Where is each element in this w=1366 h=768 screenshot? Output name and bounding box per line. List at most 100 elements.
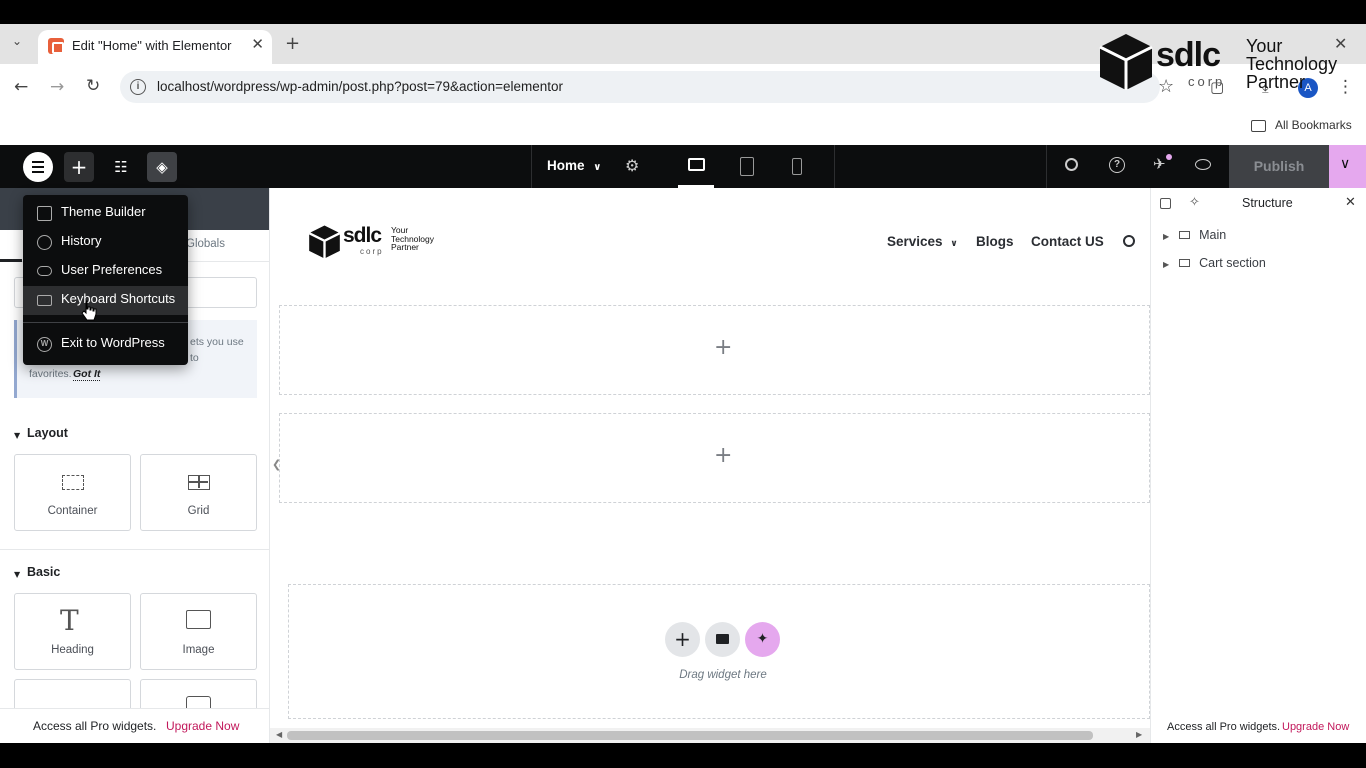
reload-icon[interactable]: ↻ — [86, 76, 100, 96]
upgrade-now-link[interactable]: Upgrade Now — [1282, 721, 1349, 733]
nav-contact[interactable]: Contact US — [1031, 234, 1104, 249]
cube-logo-icon — [1099, 34, 1153, 90]
structure-title: Structure — [1242, 196, 1293, 210]
site-logo[interactable]: sdlc corp Your Technology Partner — [308, 222, 448, 262]
logo-sub: corp — [360, 247, 384, 256]
ai-sparkle-icon[interactable]: ✧ — [1189, 195, 1200, 210]
notifications-rocket-icon[interactable]: ✈ — [1153, 155, 1166, 173]
close-icon[interactable]: ✕ — [1345, 195, 1356, 210]
section-basic-title[interactable]: Basic — [27, 565, 60, 579]
forward-icon[interactable]: → — [50, 77, 64, 97]
got-it-link[interactable]: Got It — [73, 368, 101, 381]
menu-keyboard-shortcuts[interactable]: Keyboard Shortcuts — [23, 286, 188, 315]
structure-item-main[interactable]: ▶ Main — [1163, 228, 1226, 242]
search-icon[interactable] — [1123, 235, 1135, 247]
page-settings-icon[interactable]: ⚙ — [625, 156, 639, 175]
tab-widgets-indicator — [0, 259, 22, 262]
editor-canvas: ❮ sdlc corp Your Technology Partner Serv… — [270, 188, 1150, 743]
chevron-down-icon: ∨ — [1340, 156, 1351, 172]
site-settings-icon[interactable]: ☷ — [106, 152, 136, 182]
tab-close-icon[interactable]: ✕ — [251, 35, 264, 53]
structure-item-cart[interactable]: ▶ Cart section — [1163, 256, 1266, 270]
caret-down-icon: ▼ — [14, 431, 21, 440]
add-widget-icon[interactable]: + — [714, 335, 732, 360]
caret-right-icon: ▶ — [1163, 260, 1170, 269]
tablet-view-icon[interactable] — [740, 157, 754, 176]
widget-label: Image — [182, 644, 215, 656]
tab-globals[interactable]: Globals — [186, 238, 225, 250]
notice-text-1: ets you use — [190, 336, 244, 348]
pro-upsell-text: Access all Pro widgets. — [33, 719, 157, 733]
upgrade-now-link[interactable]: Upgrade Now — [166, 719, 239, 733]
scroll-right-icon[interactable]: ▶ — [1136, 730, 1142, 739]
menu-theme-builder[interactable]: Theme Builder — [23, 199, 188, 228]
collapse-all-icon[interactable] — [1160, 198, 1171, 209]
structure-layers-icon[interactable]: ◈ — [147, 152, 177, 182]
page-controls: Home ∨ ⚙ — [531, 145, 835, 188]
horizontal-scrollbar[interactable]: ◀ ▶ — [270, 728, 1150, 743]
menu-exit-to-wordpress[interactable]: W Exit to WordPress — [23, 330, 188, 359]
desktop-view-icon[interactable] — [688, 158, 705, 171]
image-icon — [186, 610, 211, 629]
notice-text-3: favorites. — [29, 368, 72, 380]
widget-grid[interactable]: Grid — [140, 454, 257, 531]
section-layout-title[interactable]: Layout — [27, 426, 68, 440]
address-bar[interactable]: i localhost/wordpress/wp-admin/post.php?… — [120, 71, 1160, 103]
site-info-icon[interactable]: i — [130, 79, 146, 95]
publish-button[interactable]: Publish — [1229, 145, 1329, 188]
scrollbar-thumb[interactable] — [287, 731, 1093, 740]
section-divider — [0, 549, 269, 550]
watermark-sub: corp — [1188, 74, 1226, 89]
ai-generate-button[interactable]: ✦ — [745, 622, 780, 657]
container-icon — [62, 475, 84, 490]
elementor-top-bar: + ☷ ◈ Home ∨ ⚙ ? ✈ Publish ∨ — [0, 145, 1366, 188]
page-name: Home — [547, 158, 585, 173]
url-text: localhost/wordpress/wp-admin/post.php?po… — [157, 79, 563, 94]
add-widget-icon[interactable]: + — [714, 443, 732, 468]
add-template-button[interactable] — [705, 622, 740, 657]
add-section-button[interactable]: + — [665, 622, 700, 657]
logo-tagline: Your Technology Partner — [391, 225, 435, 252]
menu-user-preferences[interactable]: User Preferences — [23, 257, 188, 286]
nav-services[interactable]: Services ∨ — [887, 234, 958, 249]
widget-heading[interactable]: T Heading — [14, 593, 131, 670]
help-icon[interactable]: ? — [1109, 157, 1125, 173]
scroll-left-icon[interactable]: ◀ — [276, 730, 282, 739]
wordpress-icon: W — [37, 337, 52, 352]
notice-text-2: to — [190, 352, 199, 364]
page-name-dropdown[interactable]: Home ∨ — [547, 158, 601, 173]
folder-icon — [716, 634, 729, 644]
empty-section-2[interactable]: + — [279, 413, 1150, 503]
widget-container[interactable]: Container — [14, 454, 131, 531]
notification-dot — [1166, 154, 1172, 160]
browser-tab[interactable]: Edit "Home" with Elementor ✕ — [38, 30, 272, 64]
search-icon[interactable] — [1065, 158, 1078, 171]
cube-logo-icon — [308, 225, 341, 259]
grid-icon — [188, 475, 210, 490]
preview-eye-icon[interactable] — [1195, 159, 1211, 170]
empty-section-1[interactable]: + — [279, 305, 1150, 395]
back-icon[interactable]: ← — [14, 77, 28, 97]
elementor-menu-button[interactable] — [23, 152, 53, 182]
add-element-icon[interactable]: + — [64, 152, 94, 182]
caret-right-icon: ▶ — [1163, 232, 1170, 241]
menu-history[interactable]: History — [23, 228, 188, 257]
tab-search-icon[interactable]: ⌄ — [12, 34, 22, 48]
publish-options-button[interactable]: ∨ — [1329, 145, 1366, 188]
toggle-icon — [37, 266, 52, 276]
widget-label: Container — [47, 505, 98, 517]
widget-image[interactable]: Image — [140, 593, 257, 670]
bookmarks-bar: All Bookmarks — [0, 110, 1366, 145]
mobile-view-icon[interactable] — [792, 158, 802, 175]
widget-label: Grid — [187, 505, 210, 517]
add-section-area[interactable]: + ✦ Drag widget here — [288, 584, 1150, 719]
heading-t-icon: T — [60, 604, 79, 637]
tab-title: Edit "Home" with Elementor — [72, 38, 232, 53]
structure-panel: ✧ Structure ✕ ▶ Main ▶ Cart section Acce… — [1150, 188, 1366, 743]
chevron-down-icon: ∨ — [950, 239, 958, 249]
structure-item-label: Main — [1199, 228, 1227, 242]
new-tab-icon[interactable]: + — [285, 33, 300, 54]
all-bookmarks-link[interactable]: All Bookmarks — [1275, 118, 1352, 132]
nav-blogs[interactable]: Blogs — [976, 234, 1014, 249]
elementor-favicon-icon — [48, 38, 64, 54]
